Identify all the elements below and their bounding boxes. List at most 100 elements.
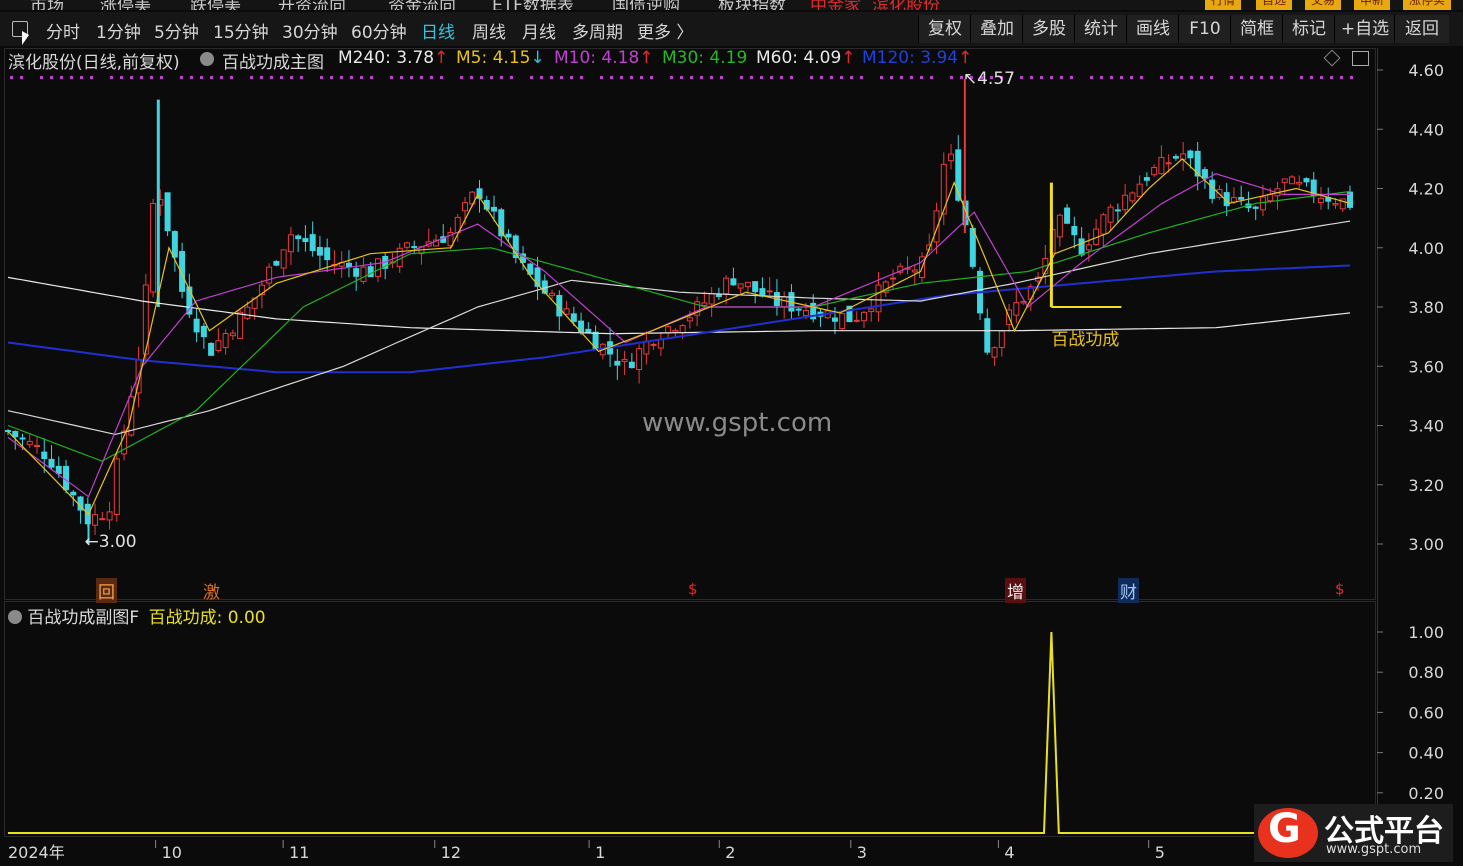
candle-down bbox=[752, 281, 759, 293]
top-signal-dot bbox=[120, 76, 123, 79]
top-signal-dot bbox=[490, 76, 493, 79]
candle-down bbox=[193, 318, 200, 333]
event-marker-hui[interactable]: 回 bbox=[96, 578, 117, 603]
top-signal-dot bbox=[610, 76, 613, 79]
top-signal-dot bbox=[650, 76, 653, 79]
candle-down bbox=[730, 278, 737, 286]
top-signal-dot bbox=[1200, 76, 1203, 79]
top-signal-dot bbox=[1210, 76, 1213, 79]
top-signal-dot bbox=[760, 76, 763, 79]
candle-down bbox=[324, 247, 331, 261]
top-signal-dot bbox=[130, 76, 133, 79]
top-signal-dot bbox=[1170, 76, 1173, 79]
candle-down bbox=[309, 234, 316, 251]
candle-down bbox=[628, 361, 635, 369]
top-signal-dot bbox=[410, 76, 413, 79]
sub-axis-label: 1.00 bbox=[1408, 623, 1444, 642]
candle-up bbox=[868, 308, 875, 312]
top-signal-dot bbox=[680, 76, 683, 79]
top-signal-dot bbox=[1240, 76, 1243, 79]
logo-glyph: G bbox=[1268, 806, 1301, 852]
top-signal-dot bbox=[1340, 76, 1343, 79]
candle-up bbox=[26, 440, 33, 446]
top-signal-dot bbox=[40, 76, 43, 79]
candle-up bbox=[403, 242, 410, 248]
candle-up bbox=[1296, 181, 1303, 185]
candle-up bbox=[1288, 176, 1295, 185]
top-signal-dot bbox=[690, 76, 693, 79]
top-signal-dot bbox=[1180, 76, 1183, 79]
top-signal-dot bbox=[400, 76, 403, 79]
top-signal-dot bbox=[500, 76, 503, 79]
top-signal-dot bbox=[90, 76, 93, 79]
candle-up bbox=[113, 458, 120, 515]
ma-line-m30 bbox=[7, 190, 1351, 462]
top-signal-dot bbox=[430, 76, 433, 79]
event-marker-cai[interactable]: 财 bbox=[1118, 578, 1139, 603]
top-signal-dot bbox=[460, 76, 463, 79]
top-signal-dot bbox=[390, 76, 393, 79]
top-signal-dot bbox=[820, 76, 823, 79]
top-signal-dot bbox=[210, 76, 213, 79]
price-axis-label: 3.60 bbox=[1408, 357, 1444, 376]
candle-up bbox=[360, 266, 367, 282]
candle-down bbox=[491, 206, 498, 212]
candle-down bbox=[1201, 169, 1208, 179]
candle-down bbox=[353, 268, 360, 277]
price-axis-label: 3.20 bbox=[1408, 476, 1444, 495]
top-signal-dot bbox=[1070, 76, 1073, 79]
top-signal-dot bbox=[550, 76, 553, 79]
top-signal-dot bbox=[1320, 76, 1323, 79]
candle-up bbox=[92, 514, 99, 526]
event-marker-zeng[interactable]: 增 bbox=[1005, 578, 1026, 603]
event-marker-dollar-2[interactable]: $ bbox=[1335, 580, 1345, 598]
low-price-label: ←3.00 bbox=[84, 532, 137, 552]
candle-up bbox=[280, 249, 287, 269]
price-axis-label: 4.20 bbox=[1408, 180, 1444, 199]
candle-up bbox=[781, 296, 788, 308]
top-signal-dot bbox=[600, 76, 603, 79]
candle-down bbox=[367, 266, 374, 278]
top-signal-dot bbox=[1030, 76, 1033, 79]
top-signal-dot bbox=[1300, 76, 1303, 79]
top-signal-dot bbox=[480, 76, 483, 79]
top-signal-dot bbox=[1270, 76, 1273, 79]
candle-up bbox=[991, 347, 998, 358]
candle-up bbox=[244, 306, 251, 319]
candle-down bbox=[70, 491, 77, 496]
top-signal-dot bbox=[1310, 76, 1313, 79]
event-marker-ji[interactable]: 激 bbox=[203, 578, 220, 603]
candle-up bbox=[853, 319, 860, 322]
top-signal-dot bbox=[750, 76, 753, 79]
candle-up bbox=[1180, 153, 1187, 160]
candle-up bbox=[1317, 197, 1324, 204]
candle-up bbox=[106, 511, 113, 521]
candle-up bbox=[643, 340, 650, 355]
x-axis-label: 3 bbox=[857, 843, 867, 862]
top-signal-dot bbox=[810, 76, 813, 79]
top-signal-dot bbox=[360, 76, 363, 79]
top-signal-dot bbox=[950, 76, 953, 79]
x-axis-label: 2024年 bbox=[8, 843, 65, 862]
event-marker-dollar[interactable]: $ bbox=[688, 580, 698, 598]
top-signal-dot bbox=[780, 76, 783, 79]
top-signal-dot bbox=[1190, 76, 1193, 79]
top-signal-dot bbox=[50, 76, 53, 79]
top-signal-dot bbox=[1110, 76, 1113, 79]
candle-down bbox=[984, 318, 991, 353]
candle-up bbox=[287, 234, 294, 253]
candle-up bbox=[1056, 214, 1063, 238]
candle-down bbox=[41, 451, 48, 460]
candle-down bbox=[171, 231, 178, 258]
candle-up bbox=[1107, 206, 1114, 223]
top-signal-dot bbox=[1140, 76, 1143, 79]
candle-down bbox=[505, 233, 512, 238]
top-signal-dot bbox=[620, 76, 623, 79]
top-signal-dot bbox=[270, 76, 273, 79]
sub-axis-label: 0.80 bbox=[1408, 663, 1444, 682]
candle-up bbox=[744, 281, 751, 288]
top-signal-dot bbox=[930, 76, 933, 79]
candle-up bbox=[215, 340, 222, 351]
candle-down bbox=[1114, 209, 1121, 212]
candle-down bbox=[969, 227, 976, 267]
